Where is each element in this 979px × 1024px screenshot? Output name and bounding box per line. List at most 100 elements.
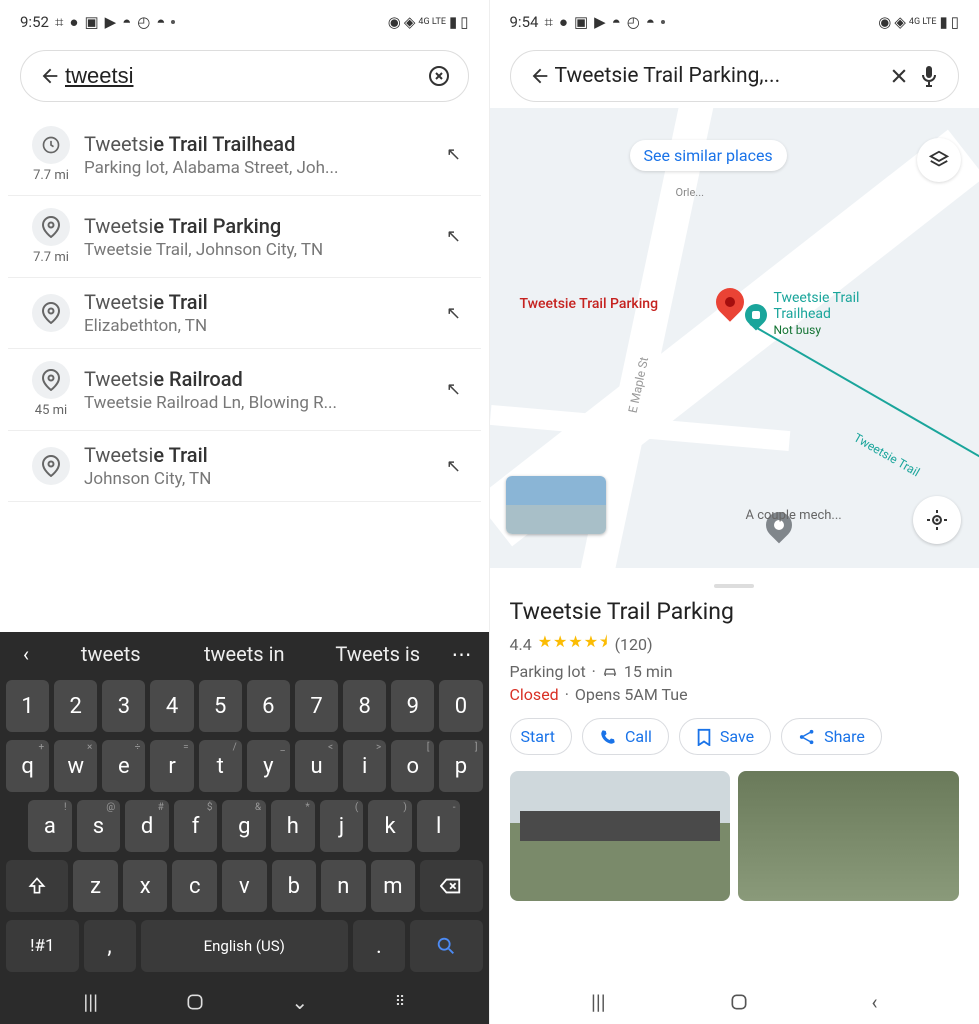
nav-home-icon[interactable] — [729, 992, 749, 1012]
backspace-key[interactable] — [420, 860, 482, 912]
key[interactable]: 0 — [439, 680, 482, 732]
key[interactable]: 4 — [150, 680, 193, 732]
back-arrow-icon[interactable] — [525, 61, 555, 91]
lte-icon: 4G LTE — [418, 17, 446, 27]
key[interactable]: 2 — [54, 680, 97, 732]
search-key[interactable] — [410, 920, 483, 972]
map[interactable]: See similar places Orle... Tweetsie Trai… — [490, 108, 979, 568]
search-input[interactable] — [65, 63, 424, 89]
insert-arrow-icon[interactable]: ↖ — [437, 303, 471, 324]
key[interactable]: !a — [28, 800, 72, 852]
place-photo[interactable] — [510, 771, 731, 901]
map-label-trailhead[interactable]: Tweetsie Trail Trailhead Not busy — [774, 290, 860, 338]
clear-icon[interactable] — [424, 61, 454, 91]
status-time: 9:54 — [510, 13, 539, 31]
drag-handle[interactable] — [714, 584, 754, 588]
nav-back-icon[interactable]: ‹ — [872, 990, 878, 1014]
hours-row[interactable]: Closed · Opens 5AM Tue — [510, 685, 960, 704]
key[interactable]: 8 — [343, 680, 386, 732]
car-icon — [602, 665, 618, 679]
nav-kb-icon[interactable]: ⠿ — [395, 994, 405, 1010]
streetview-thumbnail[interactable] — [506, 476, 606, 534]
kb-back-icon[interactable]: ‹ — [8, 642, 44, 666]
key[interactable]: =r — [150, 740, 193, 792]
key[interactable]: ×w — [54, 740, 97, 792]
suggestion-item[interactable]: Tweetsie Trail Johnson City, TN ↖ — [8, 431, 481, 502]
insert-arrow-icon[interactable]: ↖ — [437, 144, 471, 165]
shift-key[interactable] — [6, 860, 68, 912]
insert-arrow-icon[interactable]: ↖ — [437, 456, 471, 477]
key[interactable]: z — [73, 860, 118, 912]
kb-row-3: !a@s#d$f&g*h(j)k-l — [0, 796, 489, 856]
key[interactable]: ]p — [439, 740, 482, 792]
search-value[interactable]: Tweetsie Trail Parking,... — [555, 64, 885, 88]
key[interactable]: 3 — [102, 680, 145, 732]
share-button[interactable]: Share — [781, 718, 882, 755]
my-location-button[interactable] — [913, 496, 961, 544]
key[interactable]: _y — [247, 740, 290, 792]
search-bar[interactable] — [20, 50, 469, 102]
suggestion-item[interactable]: Tweetsie Trail Elizabethton, TN ↖ — [8, 278, 481, 349]
status-bar: 9:54 ⌗ ● ▣ ▶ ◓ ◴ ◓ ◉ ◈ 4G LTE ▮ ▯ — [490, 0, 979, 40]
spacebar-key[interactable]: English (US) — [141, 920, 349, 972]
key[interactable]: (j — [320, 800, 364, 852]
period-key[interactable]: . — [353, 920, 405, 972]
rating-value: 4.4 — [510, 635, 532, 654]
save-button[interactable]: Save — [679, 718, 771, 755]
comma-key[interactable]: , — [84, 920, 136, 972]
key[interactable]: x — [123, 860, 168, 912]
key[interactable]: <u — [295, 740, 338, 792]
search-bar[interactable]: Tweetsie Trail Parking,... — [510, 50, 960, 102]
mic-icon[interactable] — [914, 61, 944, 91]
key[interactable]: c — [172, 860, 217, 912]
nav-kb-down-icon[interactable]: ⌄ — [291, 990, 308, 1014]
key[interactable]: v — [222, 860, 267, 912]
key[interactable]: ÷e — [102, 740, 145, 792]
place-photo[interactable] — [738, 771, 959, 901]
kb-suggestion[interactable]: tweets in — [178, 642, 312, 666]
kb-suggestion[interactable]: tweets — [44, 642, 178, 666]
insert-arrow-icon[interactable]: ↖ — [437, 226, 471, 247]
insert-arrow-icon[interactable]: ↖ — [437, 379, 471, 400]
nav-home-icon[interactable] — [185, 992, 205, 1012]
key[interactable]: $f — [174, 800, 218, 852]
key[interactable]: n — [321, 860, 366, 912]
map-label-parking[interactable]: Tweetsie Trail Parking — [520, 296, 659, 312]
key[interactable]: b — [272, 860, 317, 912]
key[interactable]: [o — [391, 740, 434, 792]
key[interactable]: +q — [6, 740, 49, 792]
place-card[interactable]: Tweetsie Trail Parking 4.4 ★★★★⯨ (120) P… — [490, 568, 979, 901]
suggestion-item[interactable]: 7.7 mi Tweetsie Trail Trailhead Parking … — [8, 114, 481, 196]
kb-suggestion[interactable]: Tweets is — [311, 642, 445, 666]
key[interactable]: 9 — [391, 680, 434, 732]
more-icon — [171, 20, 175, 24]
symbols-key[interactable]: !#1 — [6, 920, 79, 972]
kb-more-icon[interactable]: ⋯ — [445, 642, 481, 666]
nav-recents-icon[interactable]: ||| — [83, 990, 98, 1014]
call-button[interactable]: Call — [582, 718, 669, 755]
key[interactable]: 5 — [199, 680, 242, 732]
key[interactable]: 6 — [247, 680, 290, 732]
map-label-poi[interactable]: A couple mech... — [746, 508, 842, 523]
key[interactable]: m — [371, 860, 416, 912]
key[interactable]: )k — [368, 800, 412, 852]
back-arrow-icon[interactable] — [35, 61, 65, 91]
similar-places-chip[interactable]: See similar places — [630, 140, 787, 171]
key[interactable]: *h — [271, 800, 315, 852]
key[interactable]: @s — [77, 800, 121, 852]
suggestion-item[interactable]: 45 mi Tweetsie Railroad Tweetsie Railroa… — [8, 349, 481, 431]
key[interactable]: &g — [222, 800, 266, 852]
key[interactable]: >i — [343, 740, 386, 792]
suggestion-title: Tweetsie Trail Parking — [84, 214, 437, 238]
close-icon[interactable] — [884, 61, 914, 91]
key[interactable]: 1 — [6, 680, 49, 732]
key[interactable]: #d — [125, 800, 169, 852]
key[interactable]: /t — [199, 740, 242, 792]
key[interactable]: 7 — [295, 680, 338, 732]
nav-recents-icon[interactable]: ||| — [591, 990, 606, 1014]
suggestion-item[interactable]: 7.7 mi Tweetsie Trail Parking Tweetsie T… — [8, 196, 481, 278]
rating-row[interactable]: 4.4 ★★★★⯨ (120) — [510, 631, 960, 658]
key[interactable]: -l — [417, 800, 461, 852]
start-button[interactable]: Start — [510, 718, 572, 755]
layers-button[interactable] — [917, 138, 961, 182]
